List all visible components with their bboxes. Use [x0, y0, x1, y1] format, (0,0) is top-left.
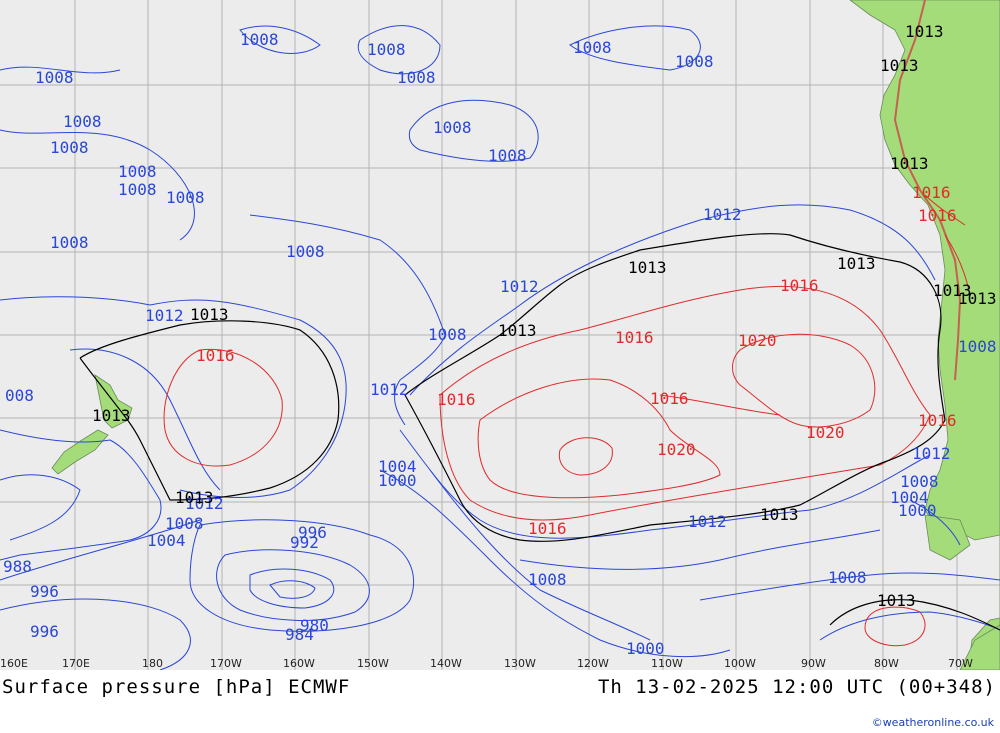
isobar-label: 1008: [573, 38, 612, 57]
isobar-label: 1013: [880, 56, 919, 75]
isobar-label: 992: [290, 533, 319, 552]
isobar-label: 1008: [286, 242, 325, 261]
isobar-label: 1016: [650, 389, 689, 408]
isobar-label: 1012: [703, 205, 742, 224]
isobar-label: 1013: [837, 254, 876, 273]
isobar-label: 1008: [528, 570, 567, 589]
isobar-label: 1016: [780, 276, 819, 295]
isobar-label: 996: [30, 582, 59, 601]
lon-label-170e: 170E: [62, 657, 90, 670]
isobar-label: 1008: [35, 68, 74, 87]
lon-label-170w: 170W: [210, 657, 242, 670]
isobar-label: 1013: [190, 305, 229, 324]
isobar-label: 996: [30, 622, 59, 641]
lon-label-70w: 70W: [948, 657, 973, 670]
lon-label-140w: 140W: [430, 657, 462, 670]
isobar-label: 1012: [912, 444, 951, 463]
isobar-label: 1016: [196, 346, 235, 365]
lon-label-90w: 90W: [801, 657, 826, 670]
isobar-label: 1008: [240, 30, 279, 49]
isobar-label: 1008: [397, 68, 436, 87]
isobar-label: 1008: [367, 40, 406, 59]
isobar-label: 1012: [145, 306, 184, 325]
lon-label-150w: 150W: [357, 657, 389, 670]
isobar-label: 1013: [905, 22, 944, 41]
isobar-label: 1008: [428, 325, 467, 344]
lon-label-160e: 160E: [0, 657, 28, 670]
isobar-label: 988: [3, 557, 32, 576]
isobar-label: 1016: [918, 411, 957, 430]
isobar-label: 1013: [760, 505, 799, 524]
isobar-label: 1016: [437, 390, 476, 409]
isobar-label: 1013: [92, 406, 131, 425]
isobar-label: 1008: [63, 112, 102, 131]
isobar-label: 1016: [615, 328, 654, 347]
lon-label-110w: 110W: [651, 657, 683, 670]
isobar-label: 1008: [958, 337, 997, 356]
isobar-label: 1013: [958, 289, 997, 308]
isobar-label: 1016: [528, 519, 567, 538]
lon-label-180: 180: [142, 657, 163, 670]
isobar-label: 1012: [688, 512, 727, 531]
isobar-label: 1000: [898, 501, 937, 520]
isobar-label: 1008: [118, 162, 157, 181]
isobar-label: 1004: [147, 531, 186, 550]
isobar-label: 1012: [370, 380, 409, 399]
isobar-label: 008: [5, 386, 34, 405]
isobar-label: 1000: [378, 471, 417, 490]
isobar-label: 1013: [877, 591, 916, 610]
lon-label-120w: 120W: [577, 657, 609, 670]
isobar-label: 1008: [50, 138, 89, 157]
isobar-label: 1008: [488, 146, 527, 165]
isobar-label: 1013: [628, 258, 667, 277]
lon-label-80w: 80W: [874, 657, 899, 670]
credit-link[interactable]: ©weatheronline.co.uk: [872, 716, 994, 729]
isobar-label: 1016: [918, 206, 957, 225]
isobar-label: 1013: [498, 321, 537, 340]
isobar-label: 980: [300, 616, 329, 635]
isobar-label: 1013: [890, 154, 929, 173]
isobar-label: 1008: [828, 568, 867, 587]
isobar-label: 1000: [626, 639, 665, 658]
isobar-label: 1020: [738, 331, 777, 350]
lon-label-130w: 130W: [504, 657, 536, 670]
isobar-label: 1020: [806, 423, 845, 442]
isobar-label: 1016: [912, 183, 951, 202]
map-title: Surface pressure [hPa] ECMWF: [2, 676, 351, 698]
isobar-label: 1008: [433, 118, 472, 137]
isobar-label: 1013: [175, 488, 214, 507]
isobar-label: 1008: [118, 180, 157, 199]
pressure-map: 1008 1008 1008 1008 1008 1008 1008 1008 …: [0, 0, 1000, 670]
valid-time: Th 13-02-2025 12:00 UTC (00+348): [597, 676, 996, 698]
isobar-label: 1008: [50, 233, 89, 252]
isobar-label: 1008: [675, 52, 714, 71]
lon-label-160w: 160W: [283, 657, 315, 670]
lon-label-100w: 100W: [724, 657, 756, 670]
isobar-label: 1008: [166, 188, 205, 207]
isobar-label: 1012: [500, 277, 539, 296]
isobar-label: 1020: [657, 440, 696, 459]
